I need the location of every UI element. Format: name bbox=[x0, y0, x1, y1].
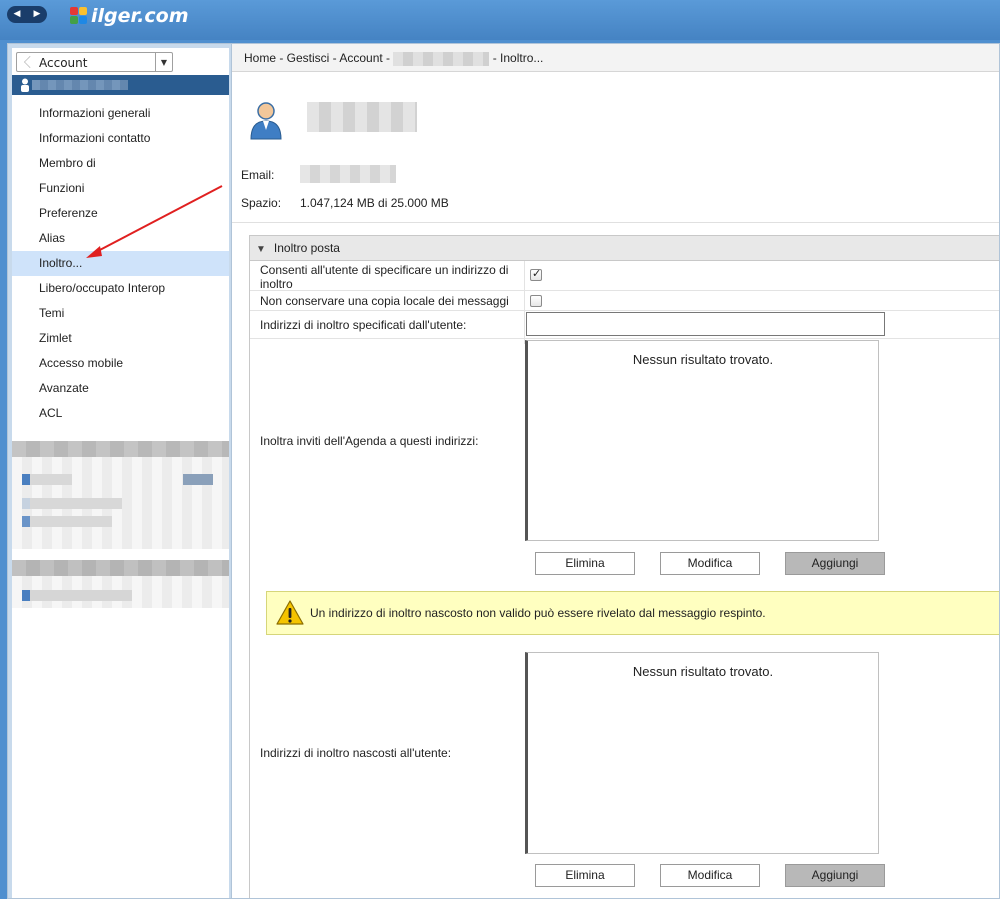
redacted-row bbox=[183, 474, 213, 485]
warning-icon bbox=[276, 600, 304, 625]
logo-text: ilger.com bbox=[91, 5, 189, 27]
collapse-triangle-icon[interactable]: ▼ bbox=[256, 244, 266, 255]
space-label: Spazio: bbox=[241, 196, 282, 210]
sidebar-item-libero-occupato[interactable]: Libero/occupato Interop bbox=[12, 276, 229, 301]
history-nav: ◀ ▶ bbox=[7, 6, 47, 23]
redacted-breadcrumb-account bbox=[393, 51, 490, 66]
back-tab-icon bbox=[24, 56, 36, 68]
hidden-empty-message: Nessun risultato trovato. bbox=[632, 664, 774, 679]
redacted-email bbox=[300, 165, 396, 183]
allow-user-label: Consenti all'utente di specificare un in… bbox=[260, 263, 508, 291]
sidebar-item-acl[interactable]: ACL bbox=[12, 401, 229, 426]
redacted-row bbox=[22, 474, 72, 485]
sidebar-item-temi[interactable]: Temi bbox=[12, 301, 229, 326]
user-addresses-label: Indirizzi di inoltro specificati dall'ut… bbox=[260, 318, 467, 332]
sidebar-nav: Informazioni generali Informazioni conta… bbox=[12, 101, 229, 426]
sidebar-item-accesso-mobile[interactable]: Accesso mobile bbox=[12, 351, 229, 376]
sidebar-item-avanzate[interactable]: Avanzate bbox=[12, 376, 229, 401]
calendar-addresses-list[interactable]: Nessun risultato trovato. bbox=[525, 340, 879, 541]
redacted-row bbox=[22, 590, 132, 601]
user-icon bbox=[21, 78, 29, 92]
warning-text: Un indirizzo di inoltro nascosto non val… bbox=[310, 606, 766, 620]
account-avatar-icon bbox=[250, 102, 282, 140]
sidebar-item-preferenze[interactable]: Preferenze bbox=[12, 201, 229, 226]
no-local-copy-row: Non conservare una copia locale dei mess… bbox=[250, 291, 999, 311]
sidebar: Account ▼ Informazioni generali Informaz… bbox=[7, 43, 232, 899]
account-header[interactable] bbox=[12, 75, 229, 95]
calendar-add-button[interactable]: Aggiungi bbox=[785, 552, 885, 575]
chevron-down-icon[interactable]: ▼ bbox=[155, 53, 172, 71]
email-label: Email: bbox=[241, 168, 275, 182]
breadcrumb-path[interactable]: Home - Gestisci - Account - bbox=[244, 51, 393, 65]
calendar-edit-button[interactable]: Modifica bbox=[660, 552, 760, 575]
sidebar-item-inoltro[interactable]: Inoltro... bbox=[12, 251, 229, 276]
hidden-add-button[interactable]: Aggiungi bbox=[785, 864, 885, 887]
sidebar-item-informazioni-generali[interactable]: Informazioni generali bbox=[12, 101, 229, 126]
hidden-delete-button[interactable]: Elimina bbox=[535, 864, 635, 887]
sidebar-item-informazioni-contatto[interactable]: Informazioni contatto bbox=[12, 126, 229, 151]
redacted-section-header bbox=[12, 441, 229, 457]
hidden-addresses-list[interactable]: Nessun risultato trovato. bbox=[525, 652, 879, 854]
section-title: Inoltro posta bbox=[273, 241, 340, 255]
sidebar-item-membro-di[interactable]: Membro di bbox=[12, 151, 229, 176]
redacted-row bbox=[22, 516, 112, 527]
allow-user-row: Consenti all'utente di specificare un in… bbox=[250, 261, 999, 291]
sidebar-item-alias[interactable]: Alias bbox=[12, 226, 229, 251]
sidebar-item-funzioni[interactable]: Funzioni bbox=[12, 176, 229, 201]
redacted-account-name bbox=[32, 80, 128, 90]
breadcrumb: Home - Gestisci - Account - - Inoltro... bbox=[232, 44, 999, 72]
hidden-addresses-label: Indirizzi di inoltro nascosti all'utente… bbox=[260, 746, 452, 760]
redacted-account-display-name bbox=[307, 102, 417, 132]
space-value: 1.047,124 MB di 25.000 MB bbox=[300, 196, 449, 210]
calendar-delete-button[interactable]: Elimina bbox=[535, 552, 635, 575]
redacted-row bbox=[22, 498, 122, 509]
logo-puzzle-icon bbox=[68, 5, 90, 27]
allow-user-checkbox[interactable] bbox=[530, 267, 542, 281]
breadcrumb-current: - Inoltro... bbox=[489, 51, 544, 65]
no-local-copy-checkbox[interactable] bbox=[530, 295, 542, 307]
user-addresses-input[interactable] bbox=[526, 312, 885, 336]
forward-icon[interactable]: ▶ bbox=[34, 10, 41, 19]
allow-user-label-line1: Consenti all'utente di specificare un in… bbox=[260, 263, 509, 277]
top-bar: ◀ ▶ ilger.com bbox=[0, 0, 1000, 40]
forwarding-section: ▼ Inoltro posta Consenti all'utente di sp… bbox=[249, 235, 999, 898]
no-local-copy-label: Non conservare una copia locale dei mess… bbox=[260, 294, 509, 308]
calendar-empty-message: Nessun risultato trovato. bbox=[632, 352, 774, 367]
allow-user-label-line2: inoltro bbox=[260, 277, 293, 291]
sidebar-item-zimlet[interactable]: Zimlet bbox=[12, 326, 229, 351]
back-icon[interactable]: ◀ bbox=[14, 10, 21, 19]
divider bbox=[232, 222, 999, 223]
app-select-value: Account bbox=[39, 56, 88, 70]
logo: ilger.com bbox=[68, 3, 189, 29]
redacted-section-header bbox=[12, 560, 229, 576]
hidden-edit-button[interactable]: Modifica bbox=[660, 864, 760, 887]
calendar-forward-label: Inoltra inviti dell'Agenda a questi indi… bbox=[260, 434, 479, 448]
app-select[interactable]: Account ▼ bbox=[16, 52, 173, 72]
warning-banner: Un indirizzo di inoltro nascosto non val… bbox=[266, 591, 999, 635]
main-panel: Home - Gestisci - Account - - Inoltro...… bbox=[231, 43, 1000, 899]
section-header[interactable]: ▼ Inoltro posta bbox=[250, 236, 999, 261]
